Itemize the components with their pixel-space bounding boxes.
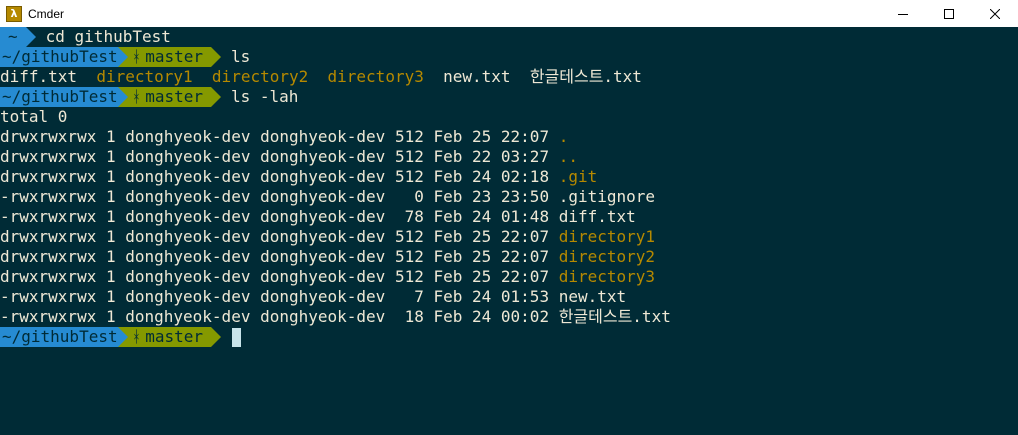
git-branch-label: master [145,47,211,67]
file-info: -rwxrwxrwx 1 donghyeok-dev donghyeok-dev… [0,207,559,226]
prompt-path-segment: ~ [0,27,26,47]
file-info: drwxrwxrwx 1 donghyeok-dev donghyeok-dev… [0,247,559,266]
file-name: directory3 [558,267,656,286]
ls-entry: directory1 [96,67,193,86]
title-bar[interactable]: λ Cmder [0,0,1018,27]
ls-lah-row: drwxrwxrwx 1 donghyeok-dev donghyeok-dev… [0,267,1018,287]
powerline-arrow [211,327,221,347]
ls-output-line: diff.txt directory1 directory2 directory… [0,67,1018,87]
file-name: new.txt [558,287,627,306]
git-branch-label: master [145,327,211,347]
text-cursor[interactable] [232,327,241,347]
file-name: directory1 [558,227,656,246]
powerline-arrow [211,87,221,107]
file-info: -rwxrwxrwx 1 donghyeok-dev donghyeok-dev… [0,287,559,306]
git-branch-icon: ᚼ [127,47,146,67]
prompt-path-segment: ~/githubTest [0,327,118,347]
file-info: drwxrwxrwx 1 donghyeok-dev donghyeok-dev… [0,127,559,146]
ls-lah-row: drwxrwxrwx 1 donghyeok-dev donghyeok-dev… [0,147,1018,167]
file-name: .git [558,167,598,186]
command-text: ls -lah [231,87,299,106]
file-name: diff.txt [558,207,636,226]
file-info: drwxrwxrwx 1 donghyeok-dev donghyeok-dev… [0,167,559,186]
ls-total: total 0 [0,107,68,126]
cmder-window: λ Cmder ~ cd githubTest ~/githubTest ᚼ mast… [0,0,1018,435]
ls-lah-row: -rwxrwxrwx 1 donghyeok-dev donghyeok-dev… [0,307,1018,327]
maximize-icon [944,8,954,19]
file-info: drwxrwxrwx 1 donghyeok-dev donghyeok-dev… [0,267,559,286]
prompt-path-segment: ~/githubTest [0,87,118,107]
ls-lah-row: -rwxrwxrwx 1 donghyeok-dev donghyeok-dev… [0,207,1018,227]
ls-lah-row: drwxrwxrwx 1 donghyeok-dev donghyeok-dev… [0,167,1018,187]
command-text: cd githubTest [45,27,171,46]
prompt-line: ~/githubTest ᚼ master ls -lah [0,87,1018,107]
git-branch-icon: ᚼ [127,87,146,107]
window-controls [880,0,1018,27]
powerline-arrow [25,27,36,47]
file-name: . [558,127,569,146]
minimize-button[interactable] [880,0,926,27]
ls-entry: diff.txt [0,67,78,86]
ls-lah-row: drwxrwxrwx 1 donghyeok-dev donghyeok-dev… [0,227,1018,247]
command-text: ls [231,47,251,66]
maximize-button[interactable] [926,0,972,27]
terminal-output[interactable]: ~ cd githubTest ~/githubTest ᚼ master ls dif… [0,27,1018,435]
powerline-arrow [117,87,128,107]
ls-lah-row: drwxrwxrwx 1 donghyeok-dev donghyeok-dev… [0,127,1018,147]
minimize-icon [898,13,908,15]
ls-entry: directory3 [327,67,424,86]
file-name: .. [558,147,578,166]
ls-entry: 한글테스트.txt [529,67,642,86]
git-branch-icon: ᚼ [127,327,146,347]
file-info: drwxrwxrwx 1 donghyeok-dev donghyeok-dev… [0,147,559,166]
file-info: -rwxrwxrwx 1 donghyeok-dev donghyeok-dev… [0,307,559,326]
ls-lah-row: -rwxrwxrwx 1 donghyeok-dev donghyeok-dev… [0,287,1018,307]
ls-entry: new.txt [443,67,511,86]
close-button[interactable] [972,0,1018,27]
powerline-arrow [117,327,128,347]
ls-total-line: total 0 [0,107,1018,127]
prompt-line: ~/githubTest ᚼ master [0,327,1018,347]
ls-lah-row: -rwxrwxrwx 1 donghyeok-dev donghyeok-dev… [0,187,1018,207]
powerline-arrow [211,47,221,67]
file-info: drwxrwxrwx 1 donghyeok-dev donghyeok-dev… [0,227,559,246]
ls-entry: directory2 [211,67,309,86]
ls-lah-row: drwxrwxrwx 1 donghyeok-dev donghyeok-dev… [0,247,1018,267]
close-icon [990,8,1000,19]
git-branch-label: master [145,87,211,107]
file-name: 한글테스트.txt [558,307,671,326]
powerline-arrow [117,47,128,67]
lambda-icon: λ [6,5,22,22]
prompt-line: ~/githubTest ᚼ master ls [0,47,1018,67]
prompt-line: ~ cd githubTest [0,27,1018,47]
file-name: directory2 [558,247,656,266]
prompt-path-segment: ~/githubTest [0,47,118,67]
file-name: .gitignore [558,187,656,206]
window-title: Cmder [28,6,65,21]
file-info: -rwxrwxrwx 1 donghyeok-dev donghyeok-dev… [0,187,559,206]
